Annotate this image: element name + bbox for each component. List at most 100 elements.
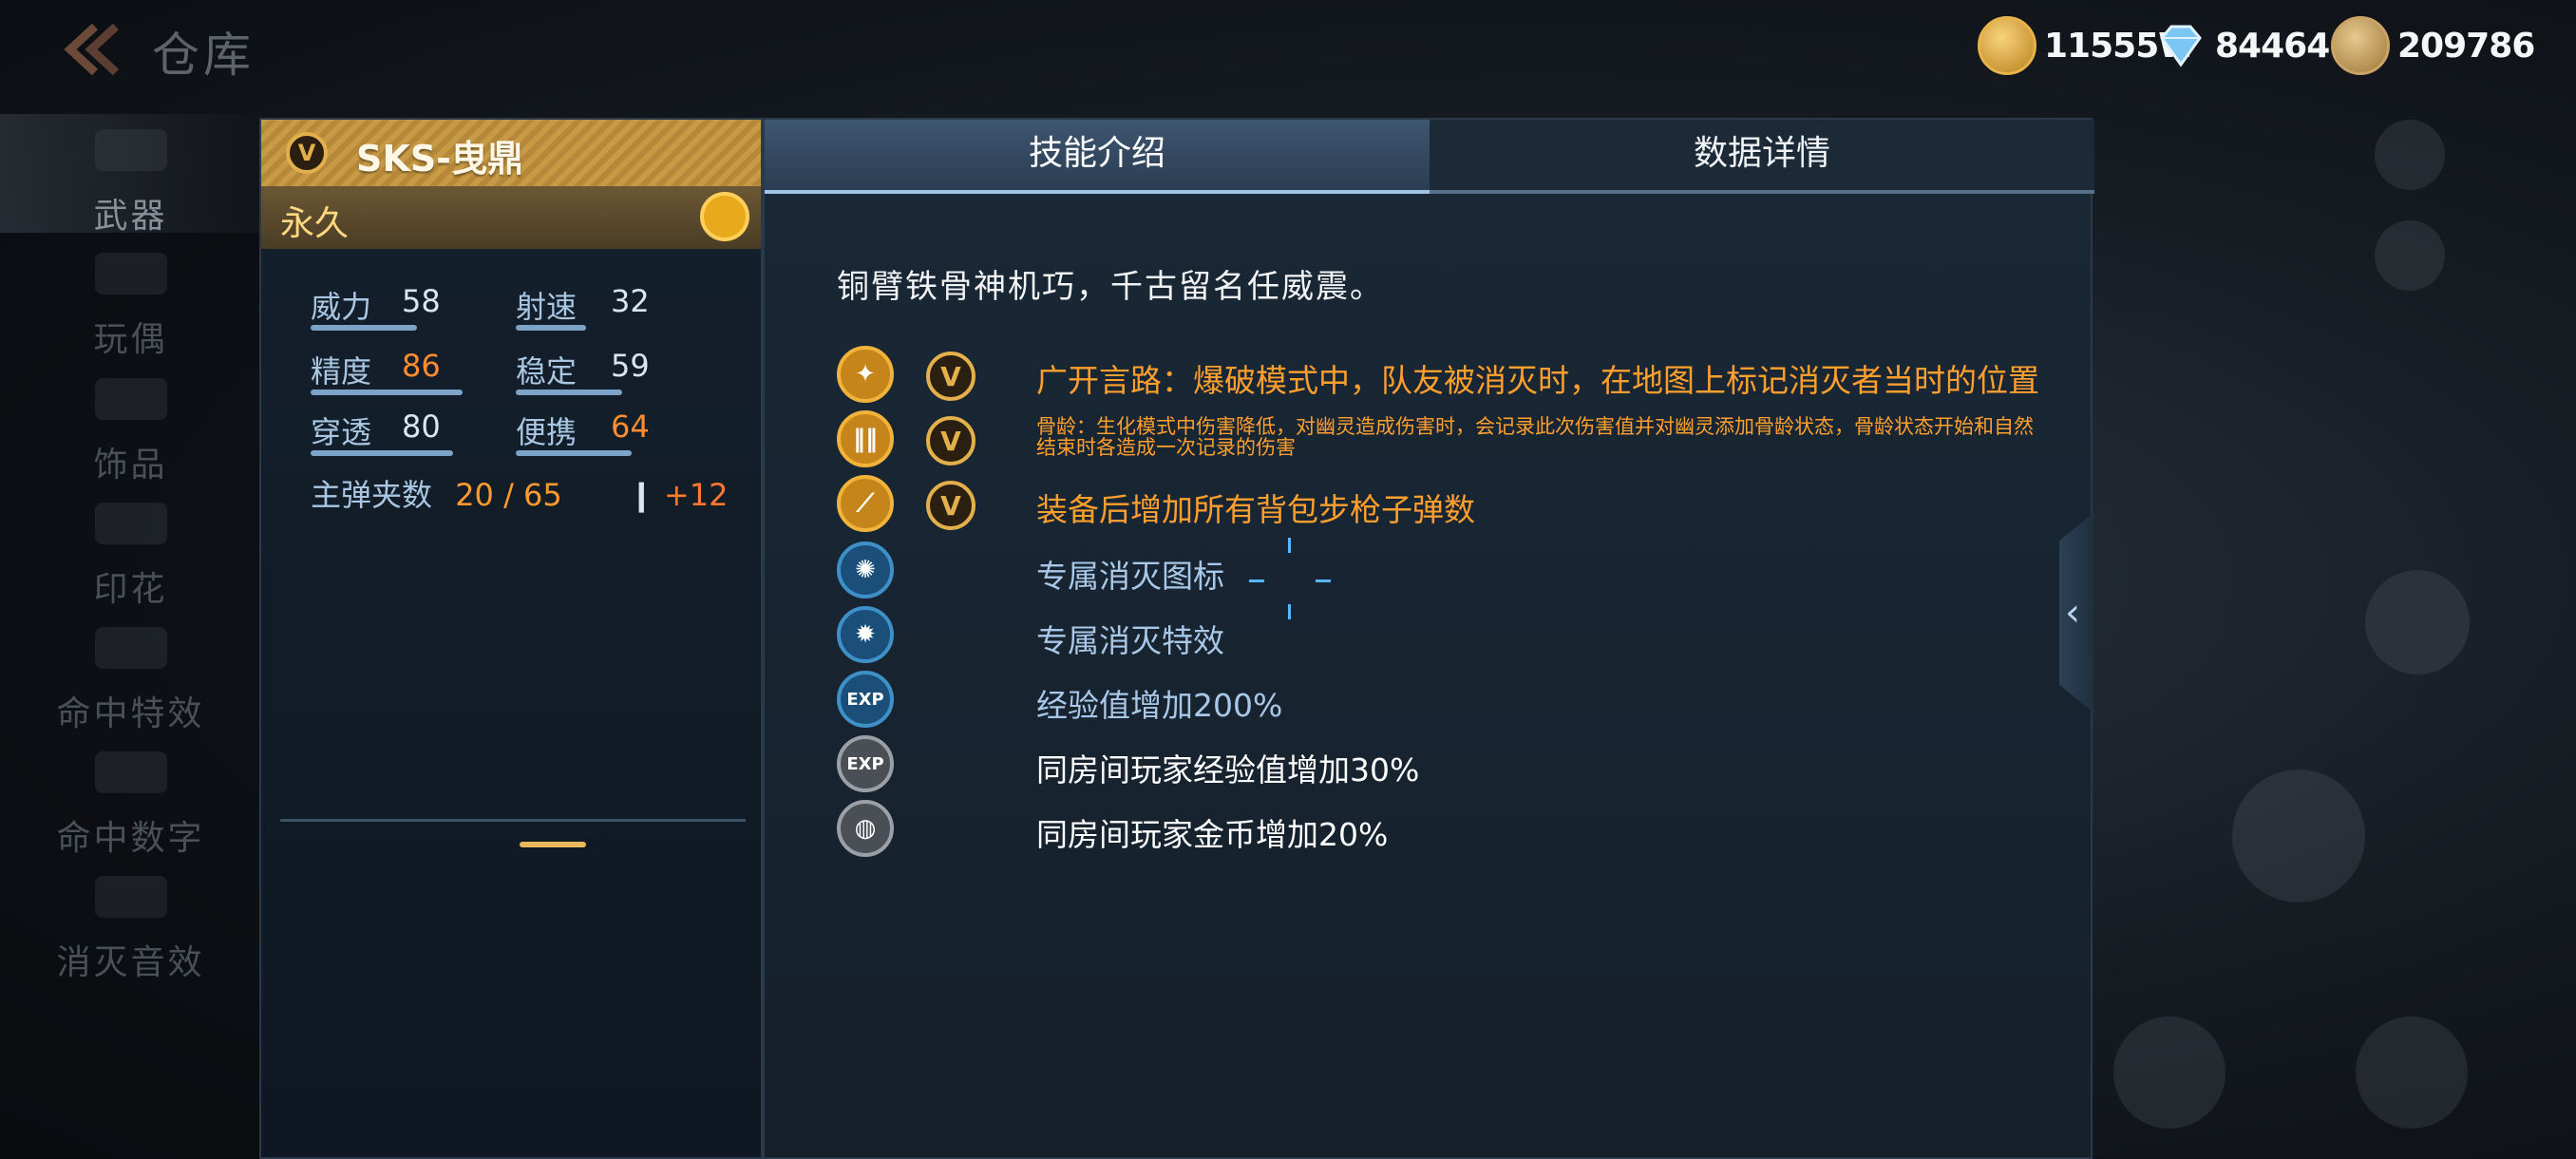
page-indicator (520, 842, 586, 847)
back-button[interactable] (57, 21, 123, 78)
v-rank-badge-icon: V (926, 352, 975, 401)
page-title: 仓库 (152, 28, 255, 83)
skill-row: ✺ 专属消灭图标 (837, 542, 2072, 602)
clock-icon (700, 192, 749, 241)
rifle-icon: ⟋ (837, 475, 894, 532)
weapon-info-panel: V SKS-曳鼎 永久 威力 58 射速 32 精度 86 稳定 59 穿透 8… (259, 118, 763, 1159)
ammo-bonus: ❙ +12 (628, 477, 729, 513)
back-arrow-icon (64, 23, 120, 76)
sound-icon (95, 876, 167, 918)
skill-row: EXP 同房间玩家经验值增加30% (837, 735, 2072, 796)
skill-text: 骨龄：生化模式中伤害降低，对幽灵造成伤害时，会记录此次伤害值并对幽灵添加骨龄状态… (1036, 415, 2034, 459)
sidebar-item-label: 武器 (93, 197, 168, 236)
diamond-currency[interactable]: 84464 (2154, 17, 2330, 74)
category-sidebar: 武器 玩偶 饰品 印花 命中特效 命中数字 消灭音效 (0, 114, 261, 1159)
stat-bar (311, 390, 463, 395)
stat-fire-rate: 射速 32 (516, 283, 650, 331)
skill-text: 装备后增加所有背包步枪子弹数 (1036, 491, 1475, 528)
weapon-duration: 永久 (280, 204, 350, 243)
sidebar-item-doll[interactable]: 玩偶 (0, 238, 261, 359)
room-exp-icon: EXP (837, 735, 894, 792)
sticker-icon (95, 503, 167, 544)
skill-text: 专属消灭图标 (1036, 558, 1224, 595)
accessory-icon (95, 378, 167, 420)
stat-accuracy: 精度 86 (311, 348, 463, 395)
divider (280, 819, 746, 822)
reload-button[interactable] (2232, 770, 2365, 902)
number-icon (95, 751, 167, 793)
kill-effect-icon: ✹ (837, 606, 894, 663)
sidebar-item-label: 饰品 (93, 446, 168, 484)
weapon-duration-bar: 永久 (261, 186, 761, 249)
diamond-value: 84464 (2215, 26, 2330, 66)
crosshair-cursor (1316, 580, 1331, 582)
stat-bar (516, 325, 586, 331)
skill-row: ‖‖ V 骨龄：生化模式中伤害降低，对幽灵造成伤害时，会记录此次伤害值并对幽灵添… (837, 410, 2072, 471)
skill-row: EXP 经验值增加200% (837, 671, 2072, 732)
aim-button[interactable] (2356, 1016, 2468, 1129)
diamond-icon (2160, 25, 2202, 67)
stat-bar (516, 450, 632, 456)
skill-text: 同房间玩家经验值增加30% (1036, 751, 1420, 788)
sidebar-item-sticker[interactable]: 印花 (0, 487, 261, 609)
settings-button[interactable] (2375, 120, 2445, 190)
skill-text: 同房间玩家金币增加20% (1036, 816, 1389, 853)
top-bar: 仓库 11555W 84464 209786 (0, 0, 2576, 104)
room-gold-icon: ◍ (837, 800, 894, 857)
sidebar-item-hit-effect[interactable]: 命中特效 (0, 612, 261, 733)
token-icon (2331, 16, 2390, 75)
stat-penetration: 穿透 80 (311, 408, 453, 456)
running-man-icon: ✦ (837, 346, 894, 403)
stat-bar (311, 450, 453, 456)
skill-text: 经验值增加200% (1036, 687, 1283, 724)
weapon-header: V SKS-曳鼎 (261, 120, 761, 186)
sidebar-item-weapon[interactable]: 武器 (0, 114, 261, 236)
ammo-info: 主弹夹数 20 / 65 ❙ +12 (311, 477, 729, 513)
v-rank-badge-icon: V (926, 416, 975, 466)
skill-text: 广开言路：爆破模式中，队友被消灭时，在地图上标记消灭者当时的位置 (1036, 362, 2039, 399)
stat-stability: 稳定 59 (516, 348, 650, 395)
sidebar-item-label: 玩偶 (93, 320, 168, 359)
sidebar-item-label: 印花 (93, 570, 168, 609)
crosshair-cursor (1288, 604, 1291, 619)
swap-button[interactable] (2113, 1016, 2226, 1129)
crosshair-icon (95, 627, 167, 669)
stat-bar (311, 325, 417, 331)
sidebar-item-accessory[interactable]: 饰品 (0, 363, 261, 484)
sidebar-item-kill-sound[interactable]: 消灭音效 (0, 861, 261, 982)
skill-row: ✦ V 广开言路：爆破模式中，队友被消灭时，在地图上标记消灭者当时的位置 (837, 346, 2072, 407)
v-rank-badge-icon: V (286, 132, 328, 174)
token-currency[interactable]: 209786 (2331, 16, 2535, 75)
weapon-description: 铜臂铁骨神机巧，千古留名任威震。 (837, 268, 1384, 306)
sidebar-item-hit-number[interactable]: 命中数字 (0, 736, 261, 858)
exp-icon: EXP (837, 671, 894, 728)
bullets-icon: ‖‖ (837, 410, 894, 467)
sidebar-item-label: 命中特效 (56, 694, 205, 733)
chevron-left-icon: ‹ (2065, 591, 2080, 635)
kill-icon-emblem: ✺ (837, 542, 894, 598)
crosshair-cursor (1288, 538, 1291, 553)
skill-row: ◍ 同房间玩家金币增加20% (837, 800, 2072, 861)
stat-portability: 便携 64 (516, 408, 650, 456)
skill-panel: 技能介绍 数据详情 铜臂铁骨神机巧，千古留名任威震。 ✦ V 广开言路：爆破模式… (763, 118, 2094, 1159)
sidebar-item-label: 消灭音效 (56, 943, 205, 982)
token-value: 209786 (2397, 26, 2535, 66)
tab-skill-intro[interactable]: 技能介绍 (765, 120, 1430, 194)
weapon-name: SKS-曳鼎 (356, 138, 523, 180)
rifle-icon (95, 129, 167, 171)
stat-power: 威力 58 (311, 283, 441, 331)
bullet-icon: ❙ (628, 477, 654, 513)
stat-bar (516, 390, 622, 395)
skill-row: ⟋ V 装备后增加所有背包步枪子弹数 (837, 475, 2072, 536)
collapse-panel-button[interactable]: ‹ (2059, 513, 2093, 712)
skill-text: 专属消灭特效 (1036, 622, 1224, 659)
doll-icon (95, 253, 167, 294)
tab-data-details[interactable]: 数据详情 (1430, 120, 2094, 194)
skill-row: ✹ 专属消灭特效 (837, 606, 2072, 667)
skill-button[interactable] (2365, 570, 2470, 674)
crosshair-cursor (1249, 580, 1264, 582)
gold-coin-icon (1978, 16, 2036, 75)
v-rank-badge-icon: V (926, 481, 975, 530)
sidebar-item-label: 命中数字 (56, 819, 205, 858)
view-toggle-button[interactable] (2375, 220, 2445, 291)
